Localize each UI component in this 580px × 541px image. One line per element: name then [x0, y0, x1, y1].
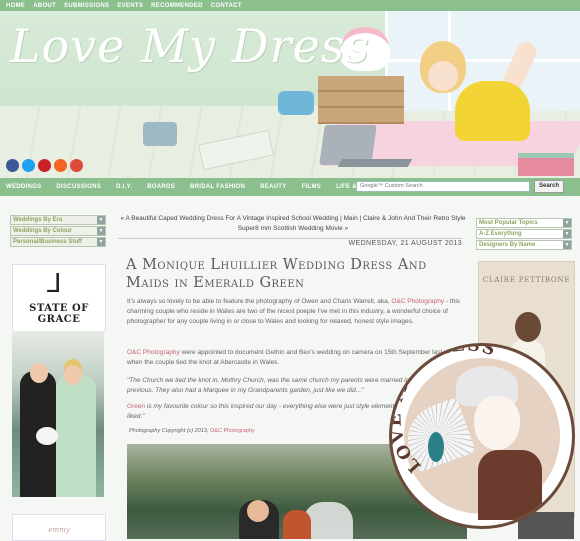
girl-face — [428, 61, 458, 91]
nav-beauty[interactable]: BEAUTY — [260, 184, 286, 190]
love-my-dress-badge[interactable]: LOVE MY DRESS — [389, 343, 575, 529]
girl-illustration — [455, 81, 530, 141]
topnav-recommended[interactable]: RECOMMENDED — [151, 3, 203, 9]
ad-model-head — [515, 312, 541, 342]
chevron-down-icon: ▼ — [97, 227, 105, 235]
nav-weddings[interactable]: WEDDINGS — [6, 184, 41, 190]
state-of-grace-logo-icon: ⅃ — [47, 269, 62, 299]
google-plus-icon[interactable] — [70, 159, 83, 172]
topnav-contact[interactable]: CONTACT — [211, 3, 242, 9]
state-of-grace-ad[interactable]: ⅃ STATE OF GRACE — [12, 264, 106, 332]
topnav-home[interactable]: HOME — [6, 3, 25, 9]
nav-bridal-fashion[interactable]: BRIDAL FASHION — [190, 184, 245, 190]
post-date: WEDNESDAY, 21 AUGUST 2013 — [118, 238, 462, 247]
books-illustration — [518, 153, 574, 176]
nav-diy[interactable]: D.I.Y. — [116, 184, 132, 190]
badge-text-svg: LOVE MY DRESS — [392, 346, 499, 476]
camera-illustration — [143, 122, 177, 146]
bouquet — [36, 427, 58, 445]
oc-photography-link-3[interactable]: O&C Photography — [210, 428, 255, 434]
green-link[interactable]: Green — [127, 403, 145, 410]
photo-credit: Photography Copyright (c) 2013, O&C Phot… — [129, 428, 255, 434]
top-nav: HOME ABOUT SUBMISSIONS EVENTS RECOMMENDE… — [0, 0, 580, 11]
prev-post-link[interactable]: « A Beautiful Caped Wedding Dress For A … — [120, 215, 338, 222]
social-icons — [6, 159, 83, 172]
topnav-about[interactable]: ABOUT — [33, 3, 56, 9]
bride-figure — [56, 375, 96, 497]
rss-icon[interactable] — [54, 159, 67, 172]
groom-face — [30, 363, 48, 383]
bride-face — [64, 365, 82, 385]
chevron-down-icon: ▼ — [97, 216, 105, 224]
bride-hair — [283, 510, 311, 539]
search-button[interactable]: Search — [534, 180, 564, 193]
emmy-ad[interactable]: emmy — [12, 514, 106, 541]
search-input[interactable]: Google™ Custom Search — [356, 181, 530, 192]
oc-photography-link-2[interactable]: O&C Photography — [127, 349, 180, 356]
crates-illustration — [318, 76, 404, 124]
chevron-down-icon: ▼ — [563, 219, 571, 227]
topnav-events[interactable]: EVENTS — [117, 3, 143, 9]
topnav-submissions[interactable]: SUBMISSIONS — [64, 3, 109, 9]
post-paragraph-1: It's always so lovely to be able to feat… — [127, 298, 461, 325]
select-most-popular[interactable]: Most Popular Topics ▼ — [476, 218, 572, 228]
wedding-couple-photo[interactable] — [12, 331, 104, 497]
site-logo[interactable]: Love My Dress — [10, 19, 370, 73]
svg-text:LOVE MY DRESS: LOVE MY DRESS — [392, 346, 499, 476]
emmy-label: emmy — [48, 526, 70, 534]
post-title[interactable]: A Monique Lhuillier Wedding Dress And Ma… — [126, 256, 466, 292]
badge-text: LOVE MY DRESS — [392, 346, 497, 476]
chevron-down-icon: ▼ — [563, 241, 571, 249]
nav-discussions[interactable]: DISCUSSIONS — [56, 184, 101, 190]
post-navigation: « A Beautiful Caped Wedding Dress For A … — [120, 215, 466, 232]
twitter-icon[interactable] — [22, 159, 35, 172]
pinterest-icon[interactable] — [38, 159, 51, 172]
select-designers-by-name[interactable]: Designers By Name ▼ — [476, 240, 572, 250]
nav-films[interactable]: FILMS — [302, 184, 322, 190]
telephone-illustration — [278, 91, 314, 115]
select-weddings-by-era[interactable]: Weddings By Era ▼ — [10, 215, 106, 225]
header-banner: Love My Dress — [0, 11, 580, 178]
groom-face — [247, 500, 269, 522]
select-personal-business[interactable]: Personal/Business Stuff ▼ — [10, 237, 106, 247]
state-of-grace-label: STATE OF GRACE — [29, 303, 89, 325]
left-sidebar: Weddings By Era ▼ Weddings By Colour ▼ Per… — [10, 215, 106, 248]
ad-brand-name: CLAIRE PETTIBONE — [482, 276, 571, 284]
main-link[interactable]: Main — [344, 215, 358, 222]
chevron-down-icon: ▼ — [563, 230, 571, 238]
select-weddings-by-colour[interactable]: Weddings By Colour ▼ — [10, 226, 106, 236]
laptop-base — [337, 159, 413, 167]
select-a-z-everything[interactable]: A-Z Everything ▼ — [476, 229, 572, 239]
nav-boards[interactable]: BOARDS — [147, 184, 175, 190]
main-nav: WEDDINGS DISCUSSIONS D.I.Y. BOARDS BRIDA… — [0, 178, 580, 196]
oc-photography-link-1[interactable]: O&C Photography — [391, 298, 444, 305]
facebook-icon[interactable] — [6, 159, 19, 172]
right-sidebar: Most Popular Topics ▼ A-Z Everything ▼ Des… — [476, 218, 572, 251]
chevron-down-icon: ▼ — [97, 238, 105, 246]
